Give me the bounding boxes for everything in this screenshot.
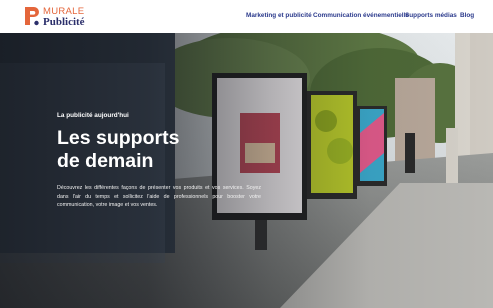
logo-mark-icon — [25, 7, 39, 26]
hero-description: Découvrez les différentes façons de prés… — [57, 185, 261, 209]
hero-title-line-1: Les supports — [57, 127, 180, 149]
logo-text-bottom: Publicité — [43, 16, 85, 28]
site-logo[interactable]: MURALE Publicité — [23, 4, 93, 29]
hero-eyebrow: La publicité aujourd'hui — [57, 112, 129, 119]
nav-item-marketing[interactable]: Marketing et publicité — [246, 12, 312, 19]
site-header: MURALE Publicité Marketing et publicité … — [0, 0, 493, 33]
hero-title-line-2: de demain — [57, 150, 154, 172]
hero-section: La publicité aujourd'hui Les supports de… — [0, 33, 493, 308]
nav-item-communication[interactable]: Communication événementielle — [313, 12, 409, 19]
hero-title: Les supports de demain — [57, 127, 267, 173]
nav-item-blog[interactable]: Blog — [460, 12, 474, 19]
nav-item-supports-medias[interactable]: Supports médias — [405, 12, 457, 19]
